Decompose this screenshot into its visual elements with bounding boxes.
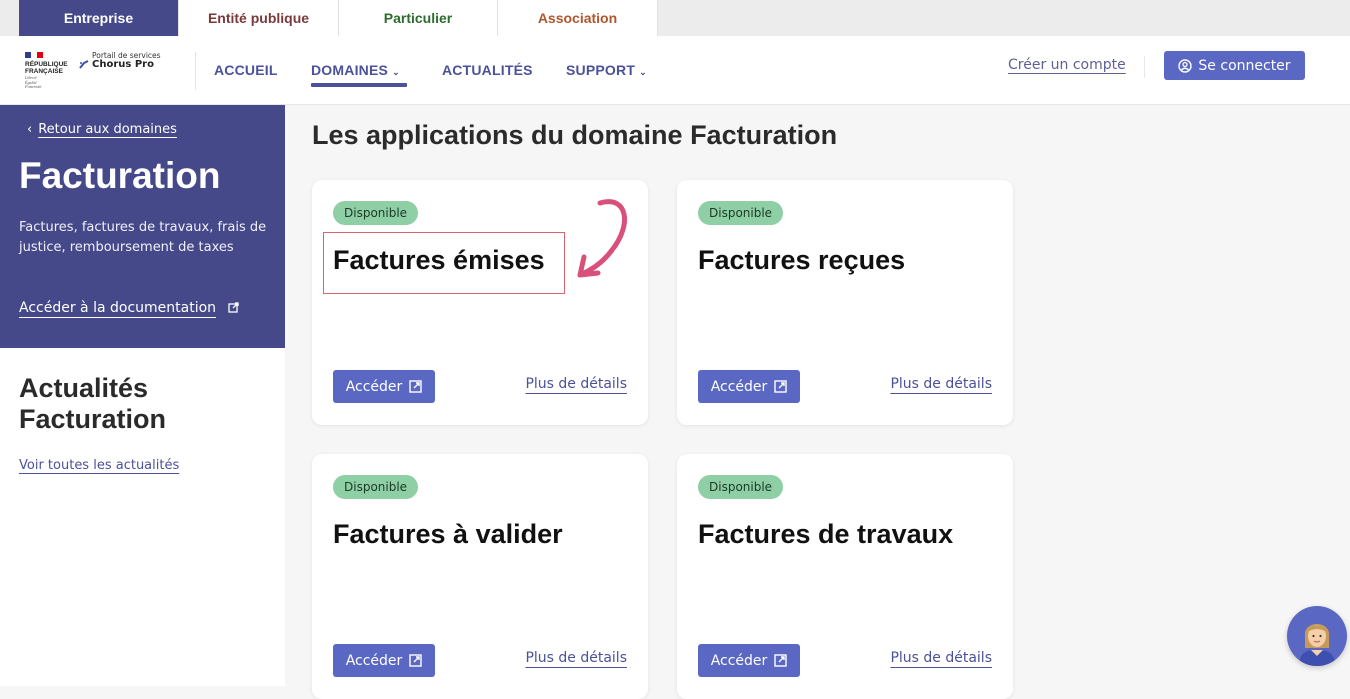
nav-actualites[interactable]: ACTUALITÉS xyxy=(442,62,533,78)
audience-tab-bar: Entreprise Entité publique Particulier A… xyxy=(0,0,1350,41)
active-nav-indicator xyxy=(311,83,407,87)
external-link-icon xyxy=(409,654,422,667)
tab-label: Entité publique xyxy=(207,10,310,26)
nav-accueil[interactable]: ACCUEIL xyxy=(214,62,278,78)
tab-label: Entreprise xyxy=(63,10,134,26)
external-link-icon xyxy=(409,380,422,393)
external-link-icon xyxy=(774,654,787,667)
status-badge: Disponible xyxy=(698,201,784,225)
external-link-icon xyxy=(228,302,240,313)
annotation-arrow-icon xyxy=(577,199,627,278)
back-to-domains-link[interactable]: ‹ Retour aux domaines xyxy=(27,122,177,137)
motto: Liberté Égalité Fraternité xyxy=(25,75,42,89)
app-title: Factures reçues xyxy=(698,245,906,275)
login-label: Se connecter xyxy=(1198,57,1291,74)
details-link[interactable]: Plus de détails xyxy=(525,376,627,392)
site-header: RÉPUBLIQUE FRANÇAISE Liberté Égalité Fra… xyxy=(0,36,1350,105)
status-badge: Disponible xyxy=(333,475,419,499)
external-link-icon xyxy=(774,380,787,393)
status-badge: Disponible xyxy=(333,201,419,225)
chevron-down-icon: ⌄ xyxy=(639,67,647,77)
access-button[interactable]: Accéder xyxy=(698,644,800,677)
app-title: Factures de travaux xyxy=(698,519,954,549)
news-section: Actualités Facturation Voir toutes les ac… xyxy=(0,348,285,686)
marianne-flag-icon xyxy=(25,52,43,58)
tab-entite-publique[interactable]: Entité publique xyxy=(179,0,339,36)
access-button[interactable]: Accéder xyxy=(698,370,800,403)
domain-title: Facturation xyxy=(19,155,221,196)
news-title: Actualités Facturation xyxy=(19,373,167,434)
status-badge: Disponible xyxy=(698,475,784,499)
app-card: Disponible Factures à valider Accéder Pl… xyxy=(312,454,648,699)
details-link[interactable]: Plus de détails xyxy=(890,376,992,392)
header-divider xyxy=(195,52,196,90)
tab-label: Association xyxy=(537,10,618,26)
header-divider xyxy=(1144,56,1145,78)
assistant-avatar-icon xyxy=(1299,624,1335,666)
republic-label: RÉPUBLIQUE FRANÇAISE xyxy=(25,61,68,75)
tab-association[interactable]: Association xyxy=(498,0,658,36)
chorus-logo-icon xyxy=(79,59,89,69)
chorus-pro-logo[interactable]: RÉPUBLIQUE FRANÇAISE Liberté Égalité Fra… xyxy=(22,48,172,96)
user-circle-icon xyxy=(1178,58,1193,73)
nav-support[interactable]: SUPPORT ⌄ xyxy=(566,62,647,78)
access-button[interactable]: Accéder xyxy=(333,644,435,677)
portal-name: Chorus Pro xyxy=(79,59,154,70)
details-link[interactable]: Plus de détails xyxy=(525,650,627,666)
domain-description: Factures, factures de travaux, frais de … xyxy=(19,220,267,255)
access-button[interactable]: Accéder xyxy=(333,370,435,403)
nav-domaines[interactable]: DOMAINES ⌄ xyxy=(311,62,400,78)
create-account-link[interactable]: Créer un compte xyxy=(1008,57,1126,73)
login-button[interactable]: Se connecter xyxy=(1164,51,1305,80)
chatbot-avatar-button[interactable] xyxy=(1287,606,1347,666)
tab-particulier[interactable]: Particulier xyxy=(339,0,498,36)
details-link[interactable]: Plus de détails xyxy=(890,650,992,666)
app-card: Disponible Factures de travaux Accéder P… xyxy=(677,454,1013,699)
domain-sidebar: ‹ Retour aux domaines Facturation Facture… xyxy=(0,105,285,348)
page-title: Les applications du domaine Facturation xyxy=(312,120,838,150)
app-card: Disponible Factures reçues Accéder Plus … xyxy=(677,180,1013,425)
all-news-link[interactable]: Voir toutes les actualités xyxy=(19,458,179,473)
tab-entreprise[interactable]: Entreprise xyxy=(19,0,179,41)
chevron-left-icon: ‹ xyxy=(27,122,33,137)
annotation-highlight-box xyxy=(323,232,565,294)
app-title: Factures à valider xyxy=(333,519,563,549)
documentation-link[interactable]: Accéder à la documentation xyxy=(19,300,240,316)
tab-label: Particulier xyxy=(383,10,453,26)
chevron-down-icon: ⌄ xyxy=(392,67,400,77)
